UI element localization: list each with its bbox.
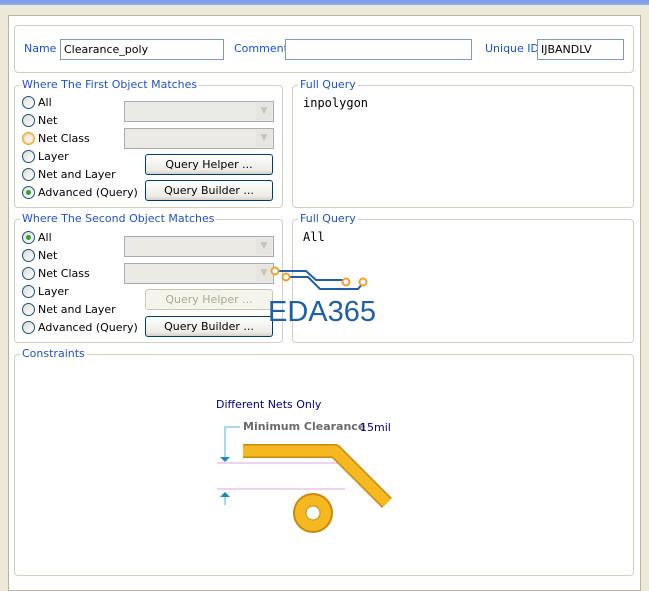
comment-label: Comment	[234, 42, 288, 55]
radio-icon	[22, 132, 35, 145]
chevron-down-icon: ▼	[256, 130, 272, 147]
chevron-down-icon: ▼	[256, 103, 272, 120]
dimension-leader	[224, 426, 240, 458]
radio-label: Net	[38, 114, 58, 127]
second-net-combo[interactable]: ▼	[124, 236, 274, 257]
unique-id-label: Unique ID	[485, 42, 540, 55]
clearance-diagram	[217, 426, 392, 533]
first-radio-net[interactable]: Net	[22, 114, 57, 127]
radio-label: Net and Layer	[38, 303, 116, 316]
first-object-title: Where The First Object Matches	[20, 78, 200, 91]
second-object-group: Where The Second Object Matches All Net …	[14, 212, 283, 343]
first-radio-all[interactable]: All	[22, 96, 52, 109]
second-radio-net[interactable]: Net	[22, 249, 57, 262]
radio-label: Net Class	[38, 267, 90, 280]
radio-label: Layer	[38, 150, 69, 163]
second-radio-net-class[interactable]: Net Class	[22, 267, 90, 280]
radio-icon	[22, 168, 35, 181]
radio-icon	[22, 285, 35, 298]
rule-identity-group: Name Clearance_poly Comment Unique ID IJ…	[14, 25, 634, 73]
first-full-query-text[interactable]: inpolygon	[303, 96, 368, 110]
comment-input[interactable]	[285, 39, 472, 60]
second-object-title: Where The Second Object Matches	[20, 212, 217, 225]
eda365-watermark-logo: EDA365	[268, 266, 376, 326]
radio-label: Advanced (Query)	[38, 186, 138, 199]
first-query-helper-button[interactable]: Query Helper ...	[145, 154, 273, 175]
radio-label: Net Class	[38, 132, 90, 145]
radio-label: Layer	[38, 285, 69, 298]
arrow-down-icon	[220, 457, 230, 462]
second-query-builder-button[interactable]: Query Builder ...	[145, 316, 273, 337]
radio-icon	[22, 150, 35, 163]
pad-hole	[305, 505, 321, 521]
arrow-up-icon	[220, 492, 230, 497]
second-radio-all[interactable]: All	[22, 231, 52, 244]
first-net-class-combo[interactable]: ▼	[124, 128, 274, 149]
constraints-title: Constraints	[20, 347, 87, 360]
first-radio-advanced[interactable]: Advanced (Query)	[22, 186, 138, 199]
net-scope-label[interactable]: Different Nets Only	[216, 398, 321, 411]
unique-id-input[interactable]: IJBANDLV	[537, 39, 624, 60]
svg-text:EDA365: EDA365	[268, 296, 376, 326]
first-full-query-group: Full Query inpolygon	[292, 78, 634, 208]
radio-label: All	[38, 96, 52, 109]
second-full-query-text[interactable]: All	[303, 230, 325, 244]
radio-icon	[22, 96, 35, 109]
radio-icon	[22, 321, 35, 334]
first-radio-net-class[interactable]: Net Class	[22, 132, 90, 145]
radio-label: Net and Layer	[38, 168, 116, 181]
name-input[interactable]: Clearance_poly	[60, 39, 224, 60]
radio-label: Net	[38, 249, 58, 262]
first-net-combo[interactable]: ▼	[124, 101, 274, 122]
radio-icon	[22, 249, 35, 262]
first-radio-layer[interactable]: Layer	[22, 150, 69, 163]
radio-icon	[22, 114, 35, 127]
constraints-group: Constraints Different Nets Only Minimum …	[14, 347, 634, 576]
first-query-builder-button[interactable]: Query Builder ...	[145, 180, 273, 201]
title-bar	[0, 0, 649, 5]
name-label: Name	[24, 42, 57, 55]
radio-icon	[22, 303, 35, 316]
radio-label: All	[38, 231, 52, 244]
first-object-group: Where The First Object Matches All Net N…	[14, 78, 283, 208]
radio-label: Advanced (Query)	[38, 321, 138, 334]
full-query-title: Full Query	[298, 78, 358, 91]
radio-icon	[22, 186, 35, 199]
full-query-title: Full Query	[298, 212, 358, 225]
second-radio-net-and-layer[interactable]: Net and Layer	[22, 303, 116, 316]
first-radio-net-and-layer[interactable]: Net and Layer	[22, 168, 116, 181]
chevron-down-icon: ▼	[256, 238, 272, 255]
second-radio-advanced[interactable]: Advanced (Query)	[22, 321, 138, 334]
second-net-class-combo[interactable]: ▼	[124, 263, 274, 284]
radio-icon	[22, 267, 35, 280]
second-query-helper-button[interactable]: Query Helper ...	[145, 289, 273, 310]
radio-icon	[22, 231, 35, 244]
second-radio-layer[interactable]: Layer	[22, 285, 69, 298]
